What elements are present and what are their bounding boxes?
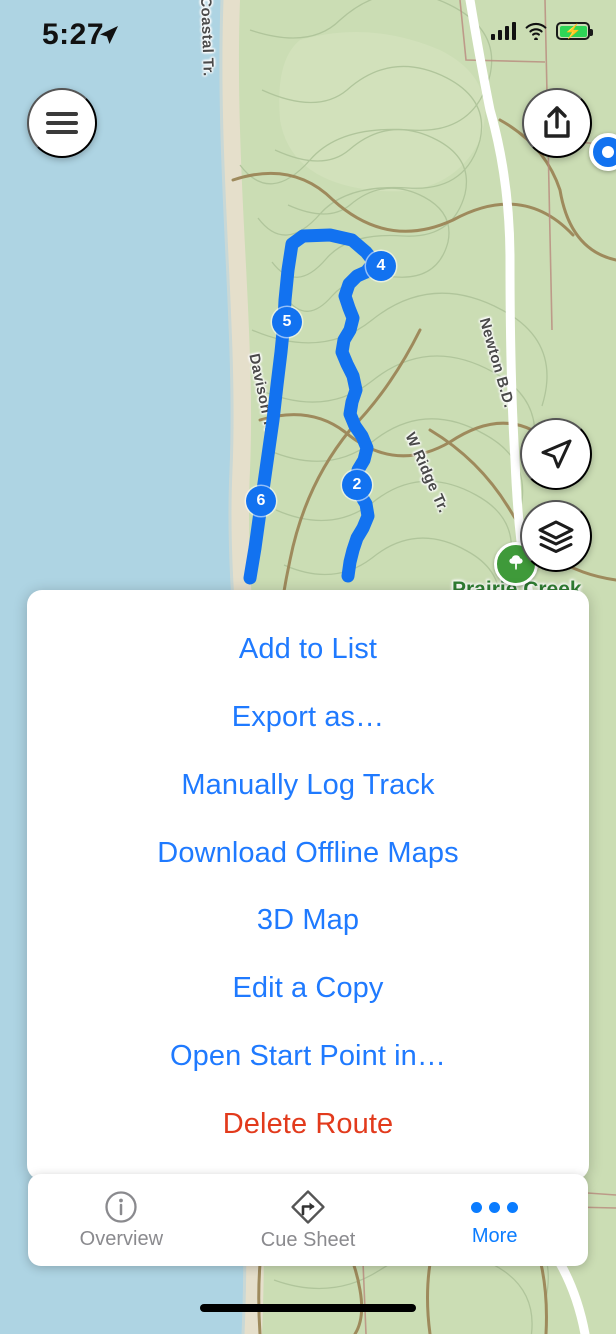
tab-overview-label: Overview [79, 1228, 164, 1250]
tab-cue-sheet[interactable]: Cue Sheet [215, 1174, 402, 1266]
locate-me-button[interactable] [520, 418, 592, 490]
route-waypoint-6[interactable]: 6 [246, 486, 276, 516]
navigation-arrow-icon [541, 439, 572, 469]
bottom-tab-bar: Overview Cue Sheet More [28, 1174, 588, 1266]
action-sheet: Add to List Export as… Manually Log Trac… [27, 590, 589, 1180]
action-manually-log-track[interactable]: Manually Log Track [27, 760, 589, 811]
map-layers-button[interactable] [520, 500, 592, 572]
route-waypoint-4[interactable]: 4 [366, 251, 396, 281]
action-delete-route[interactable]: Delete Route [27, 1099, 589, 1150]
action-add-to-list[interactable]: Add to List [27, 624, 589, 675]
route-waypoint-2[interactable]: 2 [342, 470, 372, 500]
tab-more[interactable]: More [401, 1174, 588, 1266]
map-label-coastal-trail: Coastal Tr. [197, 0, 217, 77]
info-circle-icon [105, 1191, 137, 1223]
ellipsis-icon [471, 1192, 519, 1222]
action-edit-a-copy[interactable]: Edit a Copy [27, 963, 589, 1014]
route-waypoint-5[interactable]: 5 [272, 307, 302, 337]
action-open-start-point-in[interactable]: Open Start Point in… [27, 1031, 589, 1082]
hamburger-menu-button[interactable] [27, 88, 97, 158]
tab-overview[interactable]: Overview [28, 1174, 215, 1266]
app-screen: Coastal Tr. Davison Tr. Newton B.D. W Ri… [0, 0, 616, 1334]
share-upload-icon [544, 106, 570, 138]
action-3d-map[interactable]: 3D Map [27, 895, 589, 946]
hamburger-menu-icon [46, 112, 78, 134]
action-export-as[interactable]: Export as… [27, 692, 589, 743]
tab-cue-sheet-label: Cue Sheet [260, 1229, 356, 1251]
map-layers-icon [538, 520, 574, 553]
share-button[interactable] [522, 88, 592, 158]
turn-right-sign-icon [291, 1190, 325, 1224]
home-indicator [200, 1304, 416, 1312]
tab-more-label: More [471, 1225, 518, 1247]
tree-icon [509, 555, 523, 570]
action-download-offline-maps[interactable]: Download Offline Maps [27, 828, 589, 879]
